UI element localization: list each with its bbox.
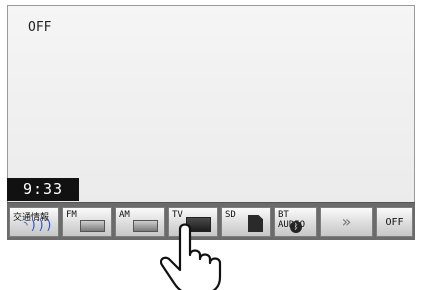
double-chevron-right-icon: »	[341, 212, 352, 231]
clock-display: 9:33	[7, 178, 79, 201]
traffic-info-button[interactable]: 交通情報 ◝)))	[9, 207, 59, 237]
am-button[interactable]: AM	[115, 207, 165, 237]
tv-label: TV	[172, 210, 183, 220]
off-button[interactable]: OFF	[376, 207, 413, 237]
source-status-label: OFF	[28, 20, 52, 35]
bt-audio-button[interactable]: BT AUDIO ᛒ	[274, 207, 317, 237]
fm-label: FM	[66, 210, 77, 220]
fm-button[interactable]: FM	[62, 207, 112, 237]
traffic-info-waves-icon: ◝)))	[21, 218, 53, 233]
fm-tuner-icon	[80, 220, 105, 232]
sd-label: SD	[225, 210, 236, 220]
bluetooth-icon: ᛒ	[290, 221, 302, 233]
off-label: OFF	[385, 217, 404, 228]
pointing-hand-icon	[160, 223, 222, 290]
am-tuner-icon	[133, 220, 158, 232]
next-page-button[interactable]: »	[320, 207, 373, 237]
am-label: AM	[119, 210, 130, 220]
